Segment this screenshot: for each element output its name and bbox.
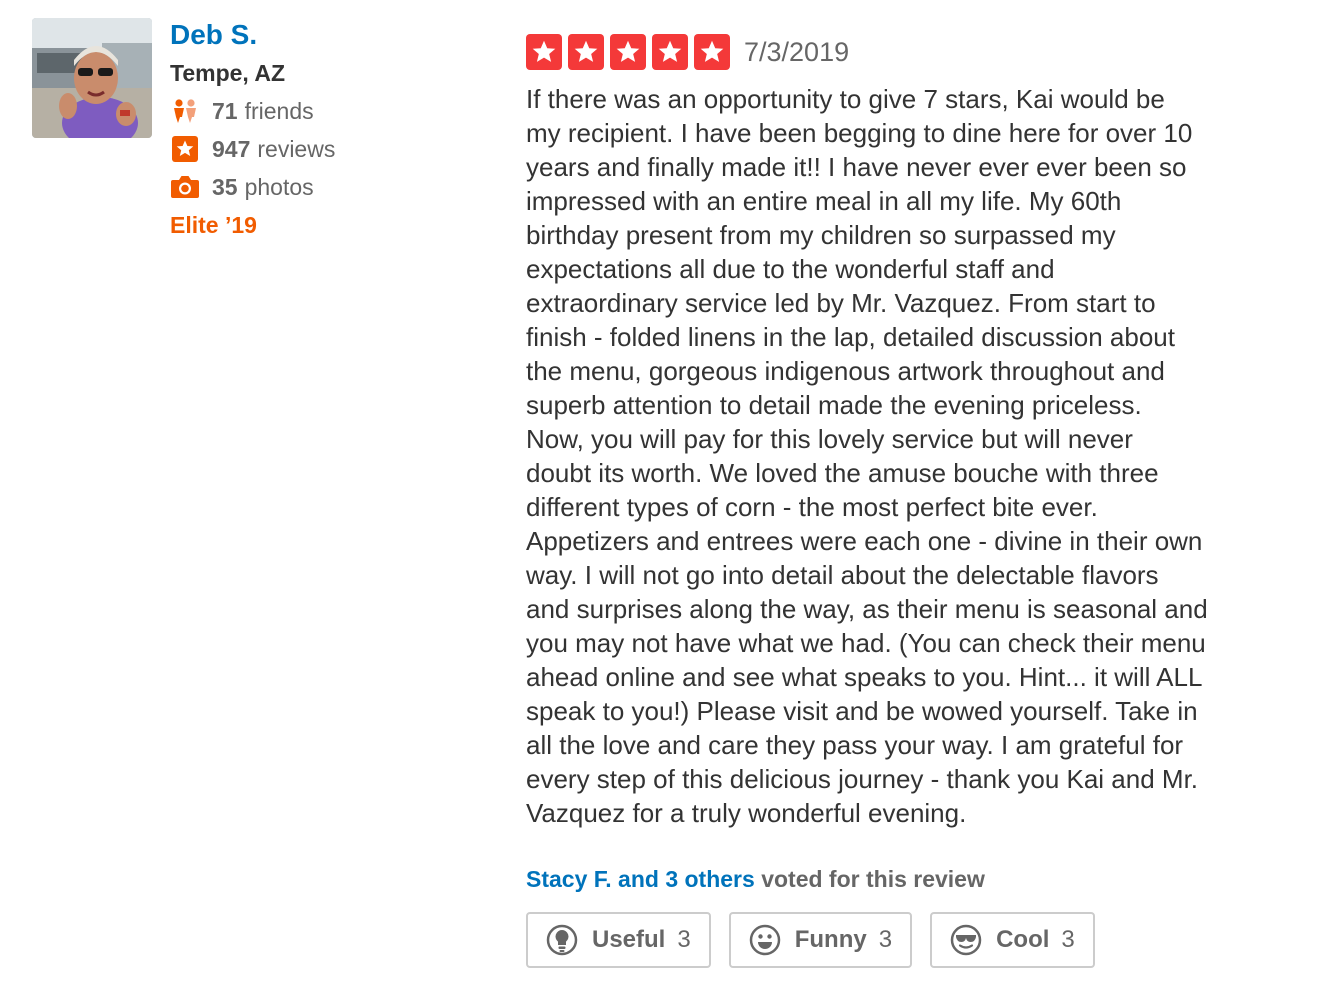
star-icon [568,34,604,70]
reviews-count: 947 [212,135,251,162]
review-content: 7/3/2019 If there was an opportunity to … [526,34,1316,830]
star-icon [526,34,562,70]
review-date: 7/3/2019 [744,36,850,67]
lightbulb-icon [546,924,578,956]
friends-count: 71 [212,97,238,124]
friends-label: friends [244,97,314,124]
review-star-icon [170,134,200,164]
photos-count: 35 [212,173,238,200]
star-icon [652,34,688,70]
vote-summary: Stacy F. and 3 others voted for this rev… [526,866,985,893]
useful-count: 3 [677,926,691,953]
cool-count: 3 [1061,926,1075,953]
star-rating [526,34,736,70]
funny-count: 3 [878,926,893,953]
review-page: Deb S. Tempe, AZ 71 friends 947 reviews … [0,0,1340,984]
user-location: Tempe, AZ [170,60,286,86]
photos-stat: 35 photos [170,168,470,206]
camera-icon [170,172,200,202]
vote-buttons: Useful 3 Funny 3 Cool 3 [526,912,1113,968]
elite-badge[interactable]: Elite ’19 [170,206,470,244]
funny-button[interactable]: Funny 3 [728,912,913,968]
smiley-icon [749,924,781,956]
user-name-link[interactable]: Deb S. [170,16,470,54]
rating-line: 7/3/2019 [526,34,1316,70]
review-text: If there was an opportunity to give 7 st… [526,84,1208,828]
funny-label: Funny [794,926,867,953]
reviews-stat: 947 reviews [170,130,470,168]
friends-icon [170,96,200,126]
cool-label: Cool [996,926,1050,953]
user-avatar[interactable] [32,18,152,138]
sunglasses-icon [950,924,982,956]
voters-link[interactable]: Stacy F. and 3 others [526,866,755,892]
useful-label: Useful [592,926,666,953]
voted-suffix: voted for this review [754,866,985,892]
cool-button[interactable]: Cool 3 [930,912,1095,968]
reviews-label: reviews [257,135,336,162]
star-icon [694,34,730,70]
useful-button[interactable]: Useful 3 [526,912,711,968]
friends-stat: 71 friends [170,92,470,130]
user-info: Deb S. Tempe, AZ 71 friends 947 reviews … [170,16,470,244]
photos-label: photos [244,173,314,200]
star-icon [610,34,646,70]
